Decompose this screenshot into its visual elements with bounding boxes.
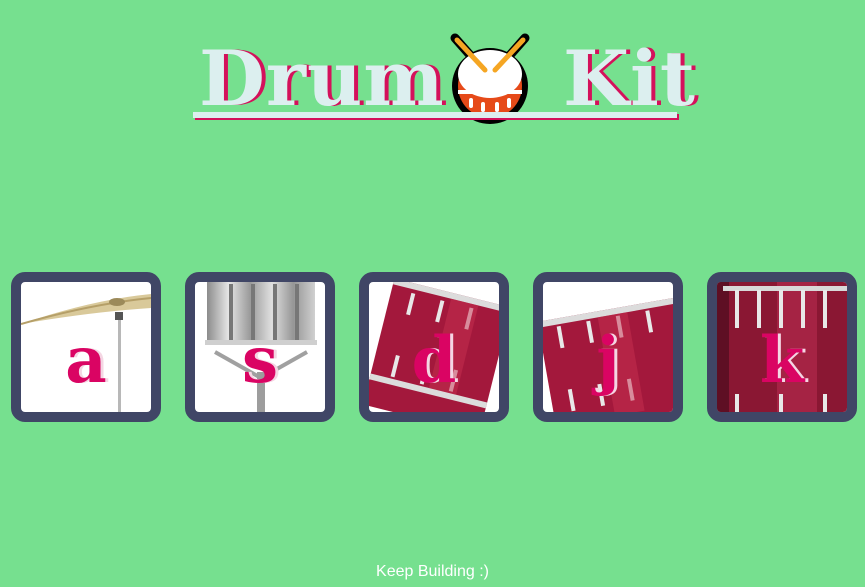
drum-button-d[interactable]: d <box>359 272 509 422</box>
drum-key-label: j <box>596 323 620 398</box>
title-word-kit: Kit <box>563 34 697 123</box>
drum-key-label: k <box>759 323 805 398</box>
drum-key-label: a <box>65 323 107 398</box>
drum-key-label: s <box>241 323 279 398</box>
drum-key-label: d <box>411 323 457 398</box>
drum-button-a[interactable]: a <box>11 272 161 422</box>
title-underline <box>193 112 677 118</box>
page-title: Drum Kit <box>193 30 695 125</box>
drum-button-j[interactable]: j <box>533 272 683 422</box>
title-word-drum: Drum <box>199 34 445 123</box>
drum-kit-page: Drum Kit a s d j k Keep Building:) <box>0 0 865 587</box>
drum-button-k[interactable]: k <box>707 272 857 422</box>
footer-text: Keep Building :) <box>376 563 489 580</box>
drum-button-s[interactable]: s <box>185 272 335 422</box>
